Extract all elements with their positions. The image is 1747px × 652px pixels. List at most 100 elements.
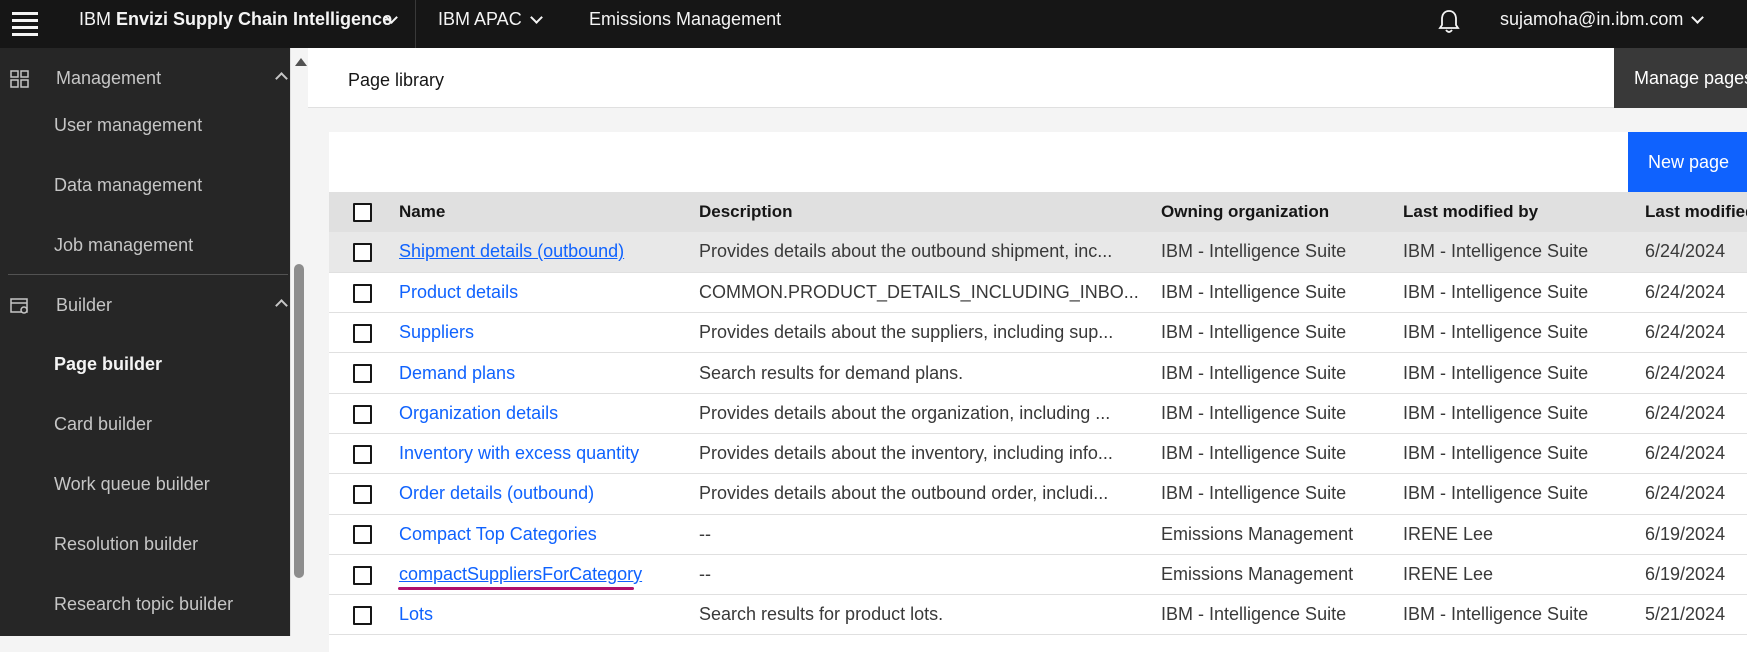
table-row[interactable]: Suppliers Provides details about the sup… bbox=[329, 312, 1747, 353]
cell-last-modified-by: IRENE Lee bbox=[1403, 564, 1494, 585]
sidebar-section-builder[interactable]: Builder bbox=[0, 275, 290, 335]
cell-last-modified-by: IBM - Intelligence Suite bbox=[1403, 402, 1589, 423]
scrollbar-thumb[interactable] bbox=[294, 264, 304, 578]
cell-owning-organization: IBM - Intelligence Suite bbox=[1161, 322, 1347, 343]
page-name-link[interactable]: compactSuppliersForCategory bbox=[399, 564, 642, 584]
row-checkbox[interactable] bbox=[353, 485, 372, 505]
brand-name: Envizi Supply Chain Intelligence bbox=[116, 9, 393, 29]
table-row[interactable]: Organization details Provides details ab… bbox=[329, 393, 1747, 434]
sidebar-item-job-management[interactable]: Job management bbox=[54, 235, 193, 256]
sidebar-item-research-topic-builder[interactable]: Research topic builder bbox=[54, 594, 233, 615]
chevron-down-icon[interactable] bbox=[1691, 11, 1704, 24]
user-menu[interactable]: sujamoha@in.ibm.com bbox=[1500, 9, 1683, 30]
cell-description: -- bbox=[699, 523, 711, 544]
manage-pages-button[interactable]: Manage pages bbox=[1614, 48, 1747, 108]
main-content: Page library Manage pages New page Name … bbox=[308, 48, 1747, 652]
cell-description: COMMON.PRODUCT_DETAILS_INCLUDING_INBO... bbox=[699, 281, 1139, 302]
column-header-last-modified-by[interactable]: Last modified by bbox=[1403, 192, 1645, 232]
scroll-up-arrow-icon[interactable] bbox=[295, 58, 307, 66]
row-checkbox[interactable] bbox=[353, 565, 372, 585]
cell-last-modified: 6/24/2024 bbox=[1645, 443, 1726, 464]
org-switcher[interactable]: IBM APAC bbox=[438, 9, 522, 30]
table-row[interactable]: Compact Top Categories -- Emissions Mana… bbox=[329, 514, 1747, 555]
row-checkbox[interactable] bbox=[353, 525, 372, 545]
row-checkbox[interactable] bbox=[353, 444, 372, 464]
cell-last-modified: 6/24/2024 bbox=[1645, 241, 1726, 262]
cell-last-modified-by: IBM - Intelligence Suite bbox=[1403, 443, 1589, 464]
chevron-up-icon[interactable] bbox=[275, 298, 288, 312]
page-name-link[interactable]: Suppliers bbox=[399, 322, 474, 342]
sidebar-section-label: Management bbox=[56, 67, 162, 88]
table-row[interactable]: Order details (outbound) Provides detail… bbox=[329, 473, 1747, 515]
column-header-owning-organization[interactable]: Owning organization bbox=[1161, 192, 1403, 232]
page-name-link[interactable]: Compact Top Categories bbox=[399, 524, 597, 544]
page-name-link[interactable]: Product details bbox=[399, 282, 518, 302]
cell-last-modified-by: IBM - Intelligence Suite bbox=[1403, 362, 1589, 383]
cell-last-modified-by: IBM - Intelligence Suite bbox=[1403, 281, 1589, 302]
sidebar-section-label: Builder bbox=[56, 294, 113, 315]
cell-last-modified: 6/24/2024 bbox=[1645, 402, 1726, 423]
header-divider bbox=[415, 0, 416, 48]
select-all-checkbox[interactable] bbox=[353, 203, 372, 222]
cell-description: Provides details about the outbound ship… bbox=[699, 241, 1113, 262]
sidebar-item-user-management[interactable]: User management bbox=[54, 115, 202, 136]
dashboard-icon bbox=[10, 70, 29, 88]
sidebar-section-management[interactable]: Management bbox=[0, 48, 290, 108]
table-row[interactable]: Product details COMMON.PRODUCT_DETAILS_I… bbox=[329, 272, 1747, 313]
sidebar-item-resolution-builder[interactable]: Resolution builder bbox=[54, 534, 198, 555]
cell-owning-organization: IBM - Intelligence Suite bbox=[1161, 604, 1347, 625]
sidebar-item-work-queue-builder[interactable]: Work queue builder bbox=[54, 474, 210, 495]
cell-last-modified: 6/24/2024 bbox=[1645, 483, 1726, 504]
column-header-description[interactable]: Description bbox=[699, 192, 1161, 232]
table-row[interactable]: Demand plans Search results for demand p… bbox=[329, 352, 1747, 394]
module-name[interactable]: Emissions Management bbox=[589, 9, 781, 30]
sidebar-item-card-builder[interactable]: Card builder bbox=[54, 414, 152, 435]
row-checkbox[interactable] bbox=[353, 364, 372, 384]
cell-last-modified: 6/24/2024 bbox=[1645, 281, 1726, 302]
cell-last-modified: 6/19/2024 bbox=[1645, 564, 1726, 585]
row-checkbox[interactable] bbox=[353, 323, 372, 343]
sidebar-item-data-management[interactable]: Data management bbox=[54, 175, 202, 196]
cell-owning-organization: IBM - Intelligence Suite bbox=[1161, 241, 1347, 262]
cell-description: Provides details about the suppliers, in… bbox=[699, 322, 1114, 343]
sidebar-item-page-builder[interactable]: Page builder bbox=[54, 354, 162, 375]
cell-owning-organization: IBM - Intelligence Suite bbox=[1161, 402, 1347, 423]
cell-last-modified-by: IBM - Intelligence Suite bbox=[1403, 483, 1589, 504]
cell-description: Search results for product lots. bbox=[699, 604, 944, 625]
page-library-table: Name Description Owning organization Las… bbox=[329, 192, 1747, 635]
cell-description: Provides details about the inventory, in… bbox=[699, 443, 1113, 464]
chevron-up-icon[interactable] bbox=[275, 71, 288, 85]
row-checkbox[interactable] bbox=[353, 606, 372, 626]
cell-last-modified-by: IRENE Lee bbox=[1403, 523, 1494, 544]
page-name-link[interactable]: Demand plans bbox=[399, 363, 515, 383]
table-row[interactable]: Inventory with excess quantity Provides … bbox=[329, 433, 1747, 474]
cell-description: -- bbox=[699, 564, 711, 585]
column-header-last-modified[interactable]: Last modified bbox=[1645, 192, 1747, 232]
cell-last-modified-by: IBM - Intelligence Suite bbox=[1403, 604, 1589, 625]
cell-last-modified: 6/19/2024 bbox=[1645, 523, 1726, 544]
table-row[interactable]: Shipment details (outbound) Provides det… bbox=[329, 232, 1747, 273]
brand-switcher[interactable]: IBM Envizi Supply Chain Intelligence bbox=[79, 9, 392, 30]
cell-description: Provides details about the organization,… bbox=[699, 402, 1111, 423]
sidebar-scrollbar[interactable] bbox=[290, 48, 308, 636]
page-name-link[interactable]: Inventory with excess quantity bbox=[399, 443, 639, 463]
new-page-button[interactable]: New page bbox=[1628, 132, 1747, 192]
page-name-link[interactable]: Organization details bbox=[399, 403, 558, 423]
row-checkbox[interactable] bbox=[353, 283, 372, 303]
cell-last-modified-by: IBM - Intelligence Suite bbox=[1403, 322, 1589, 343]
page-name-link[interactable]: Order details (outbound) bbox=[399, 483, 594, 503]
page-name-link[interactable]: Shipment details (outbound) bbox=[399, 241, 624, 261]
cell-owning-organization: IBM - Intelligence Suite bbox=[1161, 443, 1347, 464]
builder-icon bbox=[10, 298, 28, 314]
page-tabbar: Page library Manage pages bbox=[308, 48, 1747, 108]
menu-icon[interactable] bbox=[12, 12, 38, 36]
table-row[interactable]: Lots Search results for product lots. IB… bbox=[329, 594, 1747, 635]
cell-owning-organization: IBM - Intelligence Suite bbox=[1161, 281, 1347, 302]
tab-page-library[interactable]: Page library bbox=[348, 70, 444, 91]
row-checkbox[interactable] bbox=[353, 404, 372, 424]
chevron-down-icon[interactable] bbox=[530, 11, 543, 24]
page-name-link[interactable]: Lots bbox=[399, 604, 433, 624]
row-checkbox[interactable] bbox=[353, 243, 372, 263]
column-header-name[interactable]: Name bbox=[399, 192, 699, 232]
notification-bell-icon[interactable] bbox=[1437, 8, 1461, 36]
